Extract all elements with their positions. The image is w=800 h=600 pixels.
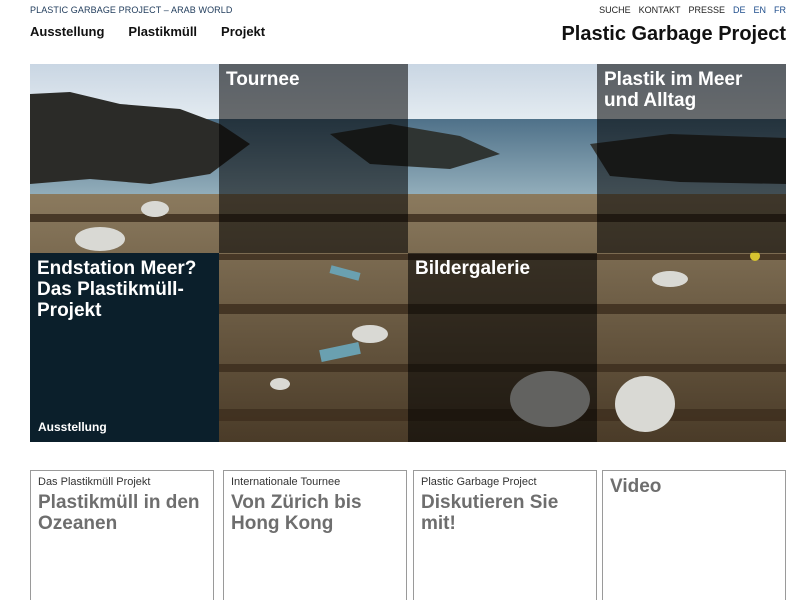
tile-tournee-title: Tournee: [226, 69, 300, 90]
card-plastikmuell[interactable]: Das Plastikmüll Projekt Plastikmüll in d…: [30, 470, 214, 600]
search-link[interactable]: SUCHE: [599, 5, 631, 15]
utility-links: SUCHE KONTAKT PRESSE DE EN FR: [599, 5, 786, 15]
tile-endstation-meer-title: Endstation Meer? Das Plastikmüll-Projekt: [37, 258, 197, 321]
card-kicker: Plastic Garbage Project: [421, 476, 537, 488]
nav-item-ausstellung[interactable]: Ausstellung: [30, 24, 104, 39]
language-fr[interactable]: FR: [774, 5, 786, 15]
card-diskutieren[interactable]: Plastic Garbage Project Diskutieren Sie …: [413, 470, 597, 600]
card-kicker: Das Plastikmüll Projekt: [38, 476, 151, 488]
card-headline: Diskutieren Sie mit!: [421, 492, 559, 534]
site-title[interactable]: Plastic Garbage Project: [561, 23, 786, 46]
card-headline: Plastikmüll in den Ozeanen: [38, 492, 200, 534]
tile-plastik-im-meer-title: Plastik im Meer und Alltag: [604, 69, 743, 111]
language-de[interactable]: DE: [733, 5, 746, 15]
tile-bildergalerie[interactable]: Bildergalerie: [408, 253, 597, 442]
nav-item-plastikmuell[interactable]: Plastikmüll: [128, 24, 197, 39]
card-headline: Von Zürich bis Hong Kong: [231, 492, 362, 534]
utility-bar: PLASTIC GARBAGE PROJECT – ARAB WORLD SUC…: [30, 5, 786, 17]
hero-grid: Tournee Plastik im Meer und Alltag Endst…: [30, 64, 786, 442]
card-video[interactable]: Video: [602, 470, 786, 600]
teaser-cards: Das Plastikmüll Projekt Plastikmüll in d…: [30, 470, 786, 600]
card-tournee[interactable]: Internationale Tournee Von Zürich bis Ho…: [223, 470, 407, 600]
card-kicker: Internationale Tournee: [231, 476, 341, 488]
tile-plastik-im-meer[interactable]: Plastik im Meer und Alltag: [597, 64, 786, 253]
tile-endstation-meer[interactable]: Endstation Meer? Das Plastikmüll-Projekt…: [30, 253, 219, 442]
card-headline: Video: [610, 476, 662, 497]
contact-link[interactable]: KONTAKT: [639, 5, 681, 15]
tile-bildergalerie-title: Bildergalerie: [415, 258, 531, 279]
site-crumb[interactable]: PLASTIC GARBAGE PROJECT – ARAB WORLD: [30, 5, 232, 15]
tile-tournee[interactable]: Tournee: [219, 64, 408, 253]
nav-item-projekt[interactable]: Projekt: [221, 24, 265, 39]
language-en[interactable]: EN: [753, 5, 766, 15]
tile-endstation-meer-subtitle: Ausstellung: [38, 420, 107, 434]
main-nav: Ausstellung Plastikmüll Projekt: [30, 24, 265, 39]
press-link[interactable]: PRESSE: [688, 5, 725, 15]
